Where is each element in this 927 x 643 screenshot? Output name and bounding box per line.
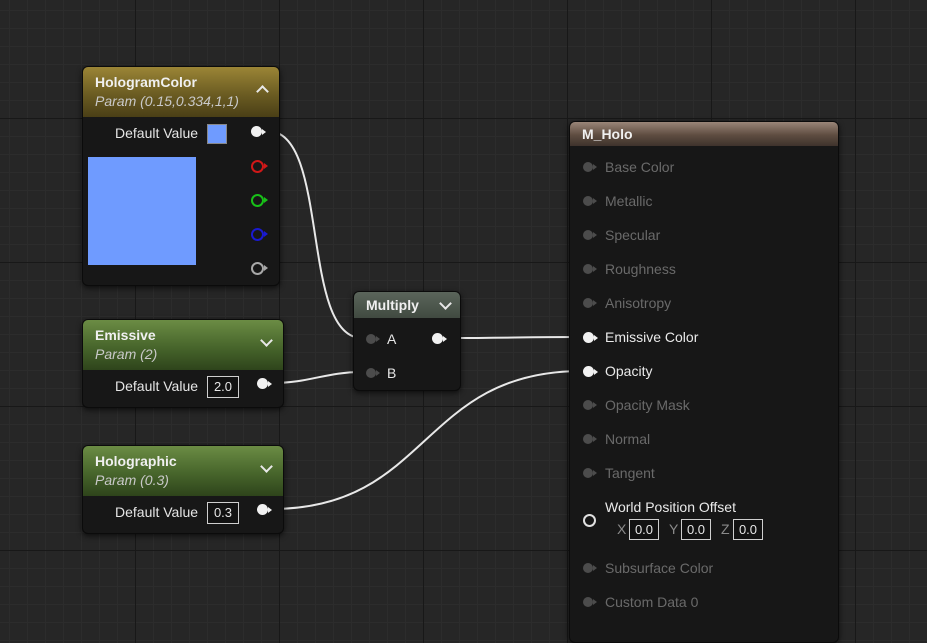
multiply-header[interactable]: Multiply	[354, 292, 460, 318]
pin-label: Metallic	[605, 193, 653, 209]
specular-pin-icon[interactable]	[583, 230, 597, 240]
output-pin-icon[interactable]	[432, 333, 447, 344]
output-pin-icon[interactable]	[257, 504, 272, 515]
input-b-label: B	[387, 365, 397, 381]
output-pin-icon[interactable]	[257, 378, 272, 389]
pin-label: Anisotropy	[605, 295, 672, 311]
wpo-z-label: Z	[721, 521, 730, 537]
wire-multiply-to-emissive[interactable]	[448, 336, 583, 339]
holographic-value-field[interactable]: 0.3	[207, 502, 239, 524]
color-preview-swatch	[88, 157, 196, 265]
wpo-z-field[interactable]: 0.0	[733, 519, 763, 540]
default-value-label: Default Value	[115, 504, 199, 520]
pin-label: Roughness	[605, 261, 676, 277]
custom-data-0-pin-icon[interactable]	[583, 597, 597, 607]
pin-label: Specular	[605, 227, 661, 243]
emissive-header[interactable]: Emissive Param (2)	[83, 320, 283, 370]
holographic-header[interactable]: Holographic Param (0.3)	[83, 446, 283, 496]
pin-label: Opacity	[605, 363, 653, 379]
node-subtitle: Param (0.3)	[95, 472, 169, 488]
wire-color-to-multiply-a[interactable]	[267, 130, 363, 339]
emissive-value-field[interactable]: 2.0	[207, 376, 239, 398]
pin-label: Base Color	[605, 159, 675, 175]
color-swatch-small[interactable]	[207, 124, 227, 144]
node-title: M_Holo	[582, 126, 633, 142]
wire-emissive-to-multiply-b[interactable]	[271, 371, 363, 384]
metallic-pin-icon[interactable]	[583, 196, 597, 206]
pin-label: Custom Data 0	[605, 594, 699, 610]
normal-pin-icon[interactable]	[583, 434, 597, 444]
node-subtitle: Param (0.15,0.334,1,1)	[95, 93, 239, 109]
default-value-label: Default Value	[115, 125, 199, 141]
opacity-pin-icon[interactable]	[583, 366, 598, 377]
base-color-pin-icon[interactable]	[583, 162, 597, 172]
wire-holographic-to-opacity[interactable]	[271, 370, 583, 510]
blue-channel-pin-icon[interactable]	[251, 228, 268, 241]
world-position-offset-pin-icon[interactable]	[583, 514, 596, 527]
node-title: Emissive	[95, 327, 156, 343]
pin-label: Opacity Mask	[605, 397, 690, 413]
wpo-x-field[interactable]: 0.0	[629, 519, 659, 540]
node-subtitle: Param (2)	[95, 346, 158, 362]
wpo-y-field[interactable]: 0.0	[681, 519, 711, 540]
green-channel-pin-icon[interactable]	[251, 194, 268, 207]
pin-label: Tangent	[605, 465, 655, 481]
tangent-pin-icon[interactable]	[583, 468, 597, 478]
input-a-pin-icon[interactable]	[366, 334, 380, 344]
node-title: Multiply	[366, 297, 419, 313]
emissive-node[interactable]: Emissive Param (2) Default Value 2.0	[82, 319, 284, 408]
alpha-channel-pin-icon[interactable]	[251, 262, 268, 275]
rgb-output-pin-icon[interactable]	[251, 126, 266, 137]
opacity-mask-pin-icon[interactable]	[583, 400, 597, 410]
material-result-node[interactable]: M_Holo Base Color Metallic Specular Roug…	[569, 121, 839, 643]
pin-label: Normal	[605, 431, 651, 447]
pin-label: World Position Offset	[605, 499, 736, 515]
wpo-y-label: Y	[669, 521, 679, 537]
pin-label: Emissive Color	[605, 329, 699, 345]
holographic-node[interactable]: Holographic Param (0.3) Default Value 0.…	[82, 445, 284, 534]
anisotropy-pin-icon[interactable]	[583, 298, 597, 308]
node-title: HologramColor	[95, 74, 197, 90]
multiply-node[interactable]: Multiply A B	[353, 291, 461, 391]
red-channel-pin-icon[interactable]	[251, 160, 268, 173]
hologram-color-node[interactable]: HologramColor Param (0.15,0.334,1,1) Def…	[82, 66, 280, 286]
input-a-label: A	[387, 331, 397, 347]
input-b-pin-icon[interactable]	[366, 368, 380, 378]
hologram-color-header[interactable]: HologramColor Param (0.15,0.334,1,1)	[83, 67, 279, 117]
wpo-x-label: X	[617, 521, 627, 537]
default-value-label: Default Value	[115, 378, 199, 394]
pin-label: Subsurface Color	[605, 560, 714, 576]
material-header[interactable]: M_Holo	[570, 122, 838, 146]
emissive-color-pin-icon[interactable]	[583, 332, 598, 343]
roughness-pin-icon[interactable]	[583, 264, 597, 274]
node-title: Holographic	[95, 453, 177, 469]
subsurface-color-pin-icon[interactable]	[583, 563, 597, 573]
